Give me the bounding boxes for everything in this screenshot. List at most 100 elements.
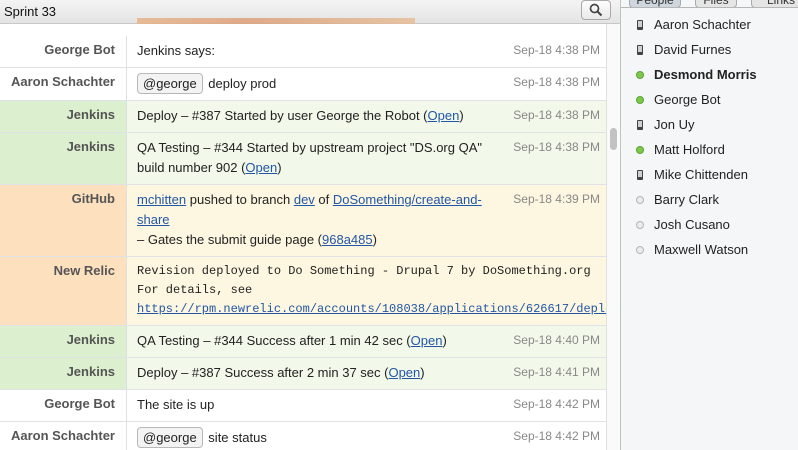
message-text: of bbox=[314, 192, 333, 207]
mention-badge[interactable]: @george bbox=[137, 427, 203, 448]
message-text: ) bbox=[442, 333, 447, 348]
message-timestamp: Sep-18 4:40 PM bbox=[513, 333, 600, 347]
message-link[interactable]: 968a485 bbox=[322, 232, 373, 247]
message-text: deploy prod bbox=[204, 76, 277, 91]
message-author: Aaron Schachter bbox=[0, 422, 127, 450]
person-item[interactable]: Mike Chittenden bbox=[621, 162, 798, 187]
person-item[interactable]: Matt Holford bbox=[621, 137, 798, 162]
tab-people[interactable]: People bbox=[629, 0, 681, 7]
sidebar: People Files Links Aaron Schachter David … bbox=[620, 0, 798, 450]
status-indicator bbox=[634, 44, 645, 55]
mention-badge[interactable]: @george bbox=[137, 73, 203, 94]
status-indicator bbox=[634, 145, 645, 154]
message-timestamp: Sep-18 4:38 PM bbox=[513, 43, 600, 57]
idle-status-icon bbox=[635, 220, 644, 229]
status-indicator bbox=[634, 169, 645, 180]
mobile-phone-icon bbox=[636, 169, 643, 180]
status-indicator bbox=[634, 19, 645, 30]
message-timestamp: Sep-18 4:42 PM bbox=[513, 397, 600, 411]
message-link[interactable]: Open bbox=[388, 365, 420, 380]
online-status-icon bbox=[635, 95, 644, 104]
message-link[interactable]: Open bbox=[245, 160, 277, 175]
message-text: pushed to branch bbox=[186, 192, 294, 207]
tab-files[interactable]: Files bbox=[695, 0, 737, 7]
message-timestamp: Sep-18 4:38 PM bbox=[513, 75, 600, 89]
message-timestamp: Sep-18 4:38 PM bbox=[513, 108, 600, 122]
message-row: Jenkins QA Testing – #344 Success after 1… bbox=[0, 326, 606, 358]
online-status-icon bbox=[635, 145, 644, 154]
status-indicator bbox=[634, 220, 645, 229]
person-item[interactable]: Josh Cusano bbox=[621, 212, 798, 237]
message-text: Deploy – #387 Started by user George the… bbox=[137, 108, 428, 123]
tab-links[interactable]: Links bbox=[751, 0, 798, 7]
message-row: GitHub mchitten pushed to branch dev of D… bbox=[0, 185, 606, 257]
message-body: @george site status Sep-18 4:42 PM bbox=[127, 422, 606, 450]
message-author: Jenkins bbox=[0, 358, 127, 389]
person-item[interactable]: Barry Clark bbox=[621, 187, 798, 212]
message-text: ) bbox=[277, 160, 282, 175]
online-status-icon bbox=[635, 70, 644, 79]
search-button[interactable] bbox=[581, 0, 611, 20]
message-text: ) bbox=[459, 108, 464, 123]
scrollbar-thumb[interactable] bbox=[610, 128, 617, 150]
status-indicator bbox=[634, 70, 645, 79]
message-body: QA Testing – #344 Success after 1 min 42… bbox=[127, 326, 606, 357]
message-row: Aaron Schachter @george deploy prod Sep-18… bbox=[0, 68, 606, 101]
message-author: Jenkins bbox=[0, 326, 127, 357]
message-text: For details, see bbox=[137, 283, 253, 297]
message-text: Jenkins says: bbox=[137, 43, 216, 58]
person-item[interactable]: Maxwell Watson bbox=[621, 237, 798, 262]
message-body: QA Testing – #344 Started by upstream pr… bbox=[127, 133, 606, 184]
person-item[interactable]: Aaron Schachter bbox=[621, 12, 798, 37]
status-indicator bbox=[634, 119, 645, 130]
message-text: Deploy – #387 Success after 2 min 37 sec… bbox=[137, 365, 389, 380]
message-author: Aaron Schachter bbox=[0, 68, 127, 100]
message-text: – Gates the submit guide page ( bbox=[137, 232, 323, 247]
person-name: Mike Chittenden bbox=[654, 167, 748, 182]
message-text: Revision deployed to Do Something - Drup… bbox=[137, 264, 591, 278]
message-link[interactable]: Open bbox=[411, 333, 443, 348]
message-row: Aaron Schachter @george site status Sep-18… bbox=[0, 422, 606, 450]
message-body: Deploy – #387 Success after 2 min 37 sec… bbox=[127, 358, 606, 389]
person-name: George Bot bbox=[654, 92, 721, 107]
room-header: Sprint 33 bbox=[0, 0, 620, 24]
person-name: Maxwell Watson bbox=[654, 242, 749, 257]
message-link[interactable]: dev bbox=[294, 192, 315, 207]
person-item[interactable]: George Bot bbox=[621, 87, 798, 112]
message-body: @george deploy prod Sep-18 4:38 PM bbox=[127, 68, 606, 100]
idle-status-icon bbox=[635, 195, 644, 204]
status-indicator bbox=[634, 195, 645, 204]
message-author: Jenkins bbox=[0, 101, 127, 132]
search-icon bbox=[589, 3, 603, 17]
people-list: Aaron Schachter David Furnes Desmond Morri… bbox=[621, 12, 798, 262]
chat-scrollbar[interactable] bbox=[606, 24, 620, 450]
image-preview-strip[interactable] bbox=[137, 18, 415, 24]
sidebar-tabs: People Files Links bbox=[621, 0, 798, 8]
person-item[interactable]: David Furnes bbox=[621, 37, 798, 62]
message-author: New Relic bbox=[0, 257, 127, 325]
person-name: Desmond Morris bbox=[654, 67, 757, 82]
message-author: George Bot bbox=[0, 36, 127, 67]
message-author: George Bot bbox=[0, 390, 127, 421]
message-link[interactable]: Open bbox=[428, 108, 460, 123]
person-item[interactable]: Jon Uy bbox=[621, 112, 798, 137]
person-item[interactable]: Desmond Morris bbox=[621, 62, 798, 87]
message-row: New Relic Revision deployed to Do Somethi… bbox=[0, 257, 798, 326]
room-title: Sprint 33 bbox=[4, 4, 57, 19]
message-body: Deploy – #387 Started by user George the… bbox=[127, 101, 606, 132]
message-timestamp: Sep-18 4:42 PM bbox=[513, 429, 600, 443]
mobile-phone-icon bbox=[636, 119, 643, 130]
message-text: QA Testing – #344 Started by upstream pr… bbox=[137, 140, 483, 175]
message-row: George Bot Jenkins says: Sep-18 4:38 PM bbox=[0, 36, 606, 68]
message-text: ) bbox=[372, 232, 377, 247]
person-name: Josh Cusano bbox=[654, 217, 730, 232]
message-timestamp: Sep-18 4:39 PM bbox=[513, 192, 600, 206]
person-name: Jon Uy bbox=[654, 117, 695, 132]
idle-status-icon bbox=[635, 245, 644, 254]
message-row: George Bot The site is up Sep-18 4:42 PM bbox=[0, 390, 606, 422]
message-body: Jenkins says: Sep-18 4:38 PM bbox=[127, 36, 606, 67]
message-text: ) bbox=[420, 365, 425, 380]
message-row: Jenkins Deploy – #387 Success after 2 min… bbox=[0, 358, 606, 390]
message-timestamp: Sep-18 4:41 PM bbox=[513, 365, 600, 379]
message-link[interactable]: mchitten bbox=[137, 192, 186, 207]
